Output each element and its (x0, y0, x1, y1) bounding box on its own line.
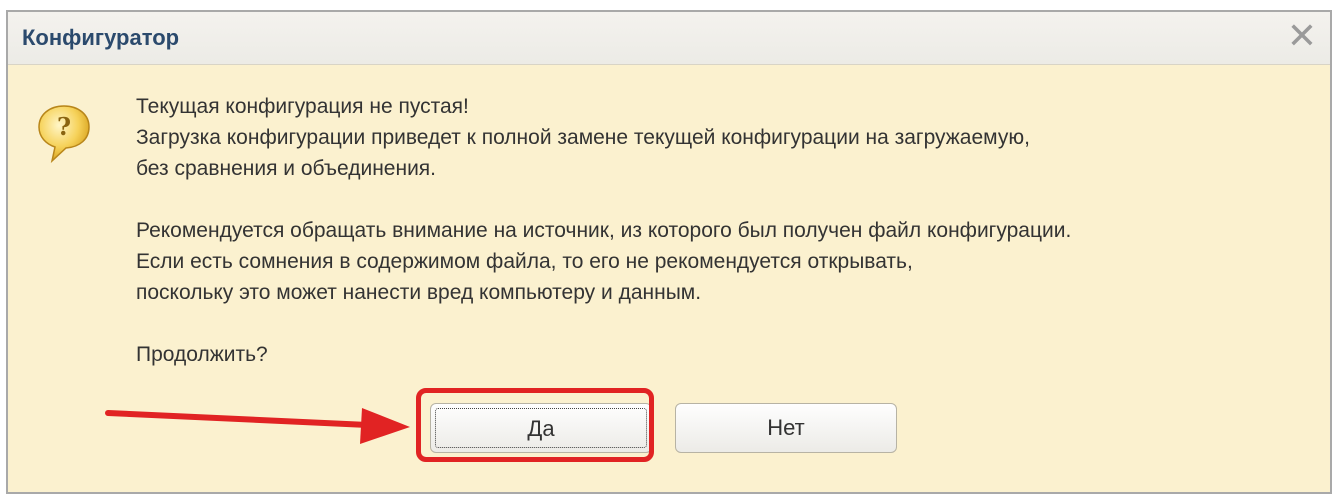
window-title: Конфигуратор (22, 25, 180, 50)
message-paragraph-2: Рекомендуется обращать внимание на источ… (136, 215, 1071, 308)
message-line: поскольку это может нанести вред компьют… (136, 281, 702, 304)
message-line: Рекомендуется обращать внимание на источ… (136, 219, 1072, 242)
close-icon[interactable]: ✕ (1284, 18, 1320, 54)
message-line: Текущая конфигурация не пустая! (136, 95, 469, 118)
question-line: Продолжить? (136, 343, 268, 366)
title-bar: Конфигуратор ✕ (8, 12, 1330, 65)
question-icon: ? (38, 105, 90, 164)
yes-button[interactable]: Да (430, 403, 652, 453)
message-question: Продолжить? (136, 339, 1071, 370)
no-button[interactable]: Нет (675, 403, 897, 453)
svg-text:?: ? (57, 112, 71, 141)
message-text: Текущая конфигурация не пустая! Загрузка… (136, 91, 1071, 370)
yes-button-label: Да (435, 408, 647, 448)
message-line: Загрузка конфигурации приведет к полной … (136, 126, 1030, 149)
message-paragraph-1: Текущая конфигурация не пустая! Загрузка… (136, 91, 1071, 184)
message-line: без сравнения и объединения. (136, 157, 437, 180)
dialog-content: ? Текущая конфигурация не пустая! Загруз… (8, 65, 1330, 492)
dialog-window: Конфигуратор ✕ ? Текущая конфигурация не… (6, 10, 1332, 494)
message-line: Если есть сомнения в содержимом файла, т… (136, 250, 913, 273)
